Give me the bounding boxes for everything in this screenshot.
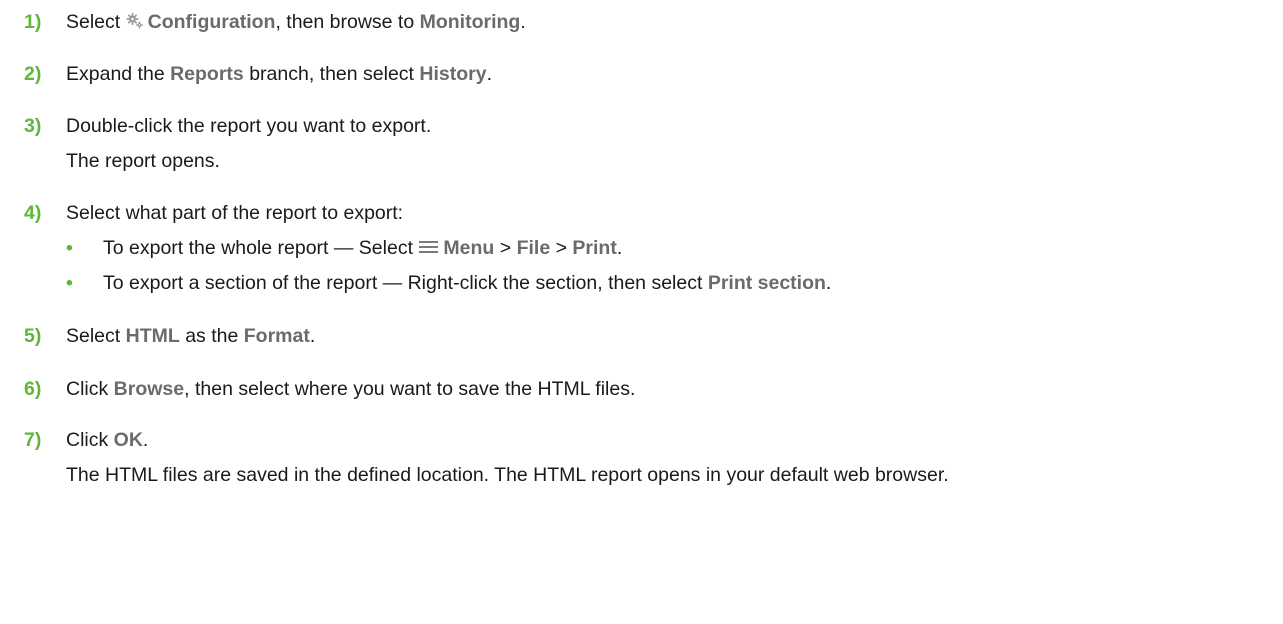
step-number: 6) bbox=[24, 378, 42, 400]
browse-term: Browse bbox=[113, 378, 185, 400]
step-1-then: , then browse to bbox=[275, 11, 415, 33]
gear-icon bbox=[126, 12, 143, 29]
bullet-marker: • bbox=[66, 272, 73, 294]
step-number: 7) bbox=[24, 429, 42, 451]
bullet-item: • To export a section of the report — Rig… bbox=[66, 271, 831, 295]
step-text: Click Browse, then select where you want… bbox=[66, 377, 635, 401]
step-2-branch: branch, then select bbox=[249, 63, 414, 85]
step-1-select: Select bbox=[66, 11, 121, 33]
bullet-2-period: . bbox=[825, 272, 832, 294]
step-1-period: . bbox=[520, 11, 526, 33]
menu-term: Menu bbox=[443, 237, 495, 259]
step-3-text: Double-click the report you want to expo… bbox=[66, 115, 432, 137]
step-text: Click OK. The HTML files are saved in the… bbox=[66, 428, 949, 487]
ok-term: OK bbox=[113, 429, 143, 451]
step-6-rest: , then select where you want to save the… bbox=[184, 378, 636, 400]
step-number: 5) bbox=[24, 325, 42, 347]
hamburger-menu-icon bbox=[418, 239, 439, 255]
bullet-marker: • bbox=[66, 237, 73, 259]
menu-separator: > bbox=[555, 237, 567, 259]
format-term: Format bbox=[243, 325, 310, 347]
step-3-result: The report opens. bbox=[66, 150, 220, 172]
step-7-result: The HTML files are saved in the defined … bbox=[66, 464, 949, 486]
bullet-item: • To export the whole report — Select Men… bbox=[66, 236, 622, 260]
step-2-expand: Expand the bbox=[66, 63, 165, 85]
step-text: Double-click the report you want to expo… bbox=[66, 114, 431, 173]
step-text: Select what part of the report to export… bbox=[66, 202, 404, 224]
step-5-select: Select bbox=[66, 325, 121, 347]
step-text: Select HTML as the Format. bbox=[66, 324, 315, 348]
history-term: History bbox=[419, 63, 487, 85]
file-term: File bbox=[516, 237, 551, 259]
configuration-term: Configuration bbox=[147, 11, 276, 33]
monitoring-term: Monitoring bbox=[419, 11, 521, 33]
bullet-1-period: . bbox=[616, 237, 623, 259]
step-text: Select Configuration, then browse to Mon… bbox=[66, 10, 526, 34]
menu-separator: > bbox=[499, 237, 512, 259]
step-number: 2) bbox=[24, 63, 42, 85]
step-6-click: Click bbox=[66, 378, 109, 400]
step-7-click: Click bbox=[66, 429, 109, 451]
print-term: Print bbox=[572, 237, 617, 259]
reports-term: Reports bbox=[170, 63, 244, 85]
step-5-period: . bbox=[309, 325, 316, 347]
step-number: 1) bbox=[24, 11, 42, 33]
print-section-term: Print section bbox=[707, 272, 826, 294]
bullet-2-prefix: To export a section of the report — Righ… bbox=[103, 272, 703, 294]
step-number: 3) bbox=[24, 115, 42, 137]
bullet-1-prefix: To export the whole report — Select bbox=[103, 237, 413, 259]
step-number: 4) bbox=[24, 202, 42, 224]
step-7-period: . bbox=[142, 429, 149, 451]
step-5-as-the: as the bbox=[185, 325, 239, 347]
html-term: HTML bbox=[125, 325, 180, 347]
step-text: Expand the Reports branch, then select H… bbox=[66, 62, 492, 86]
step-2-period: . bbox=[486, 63, 493, 85]
